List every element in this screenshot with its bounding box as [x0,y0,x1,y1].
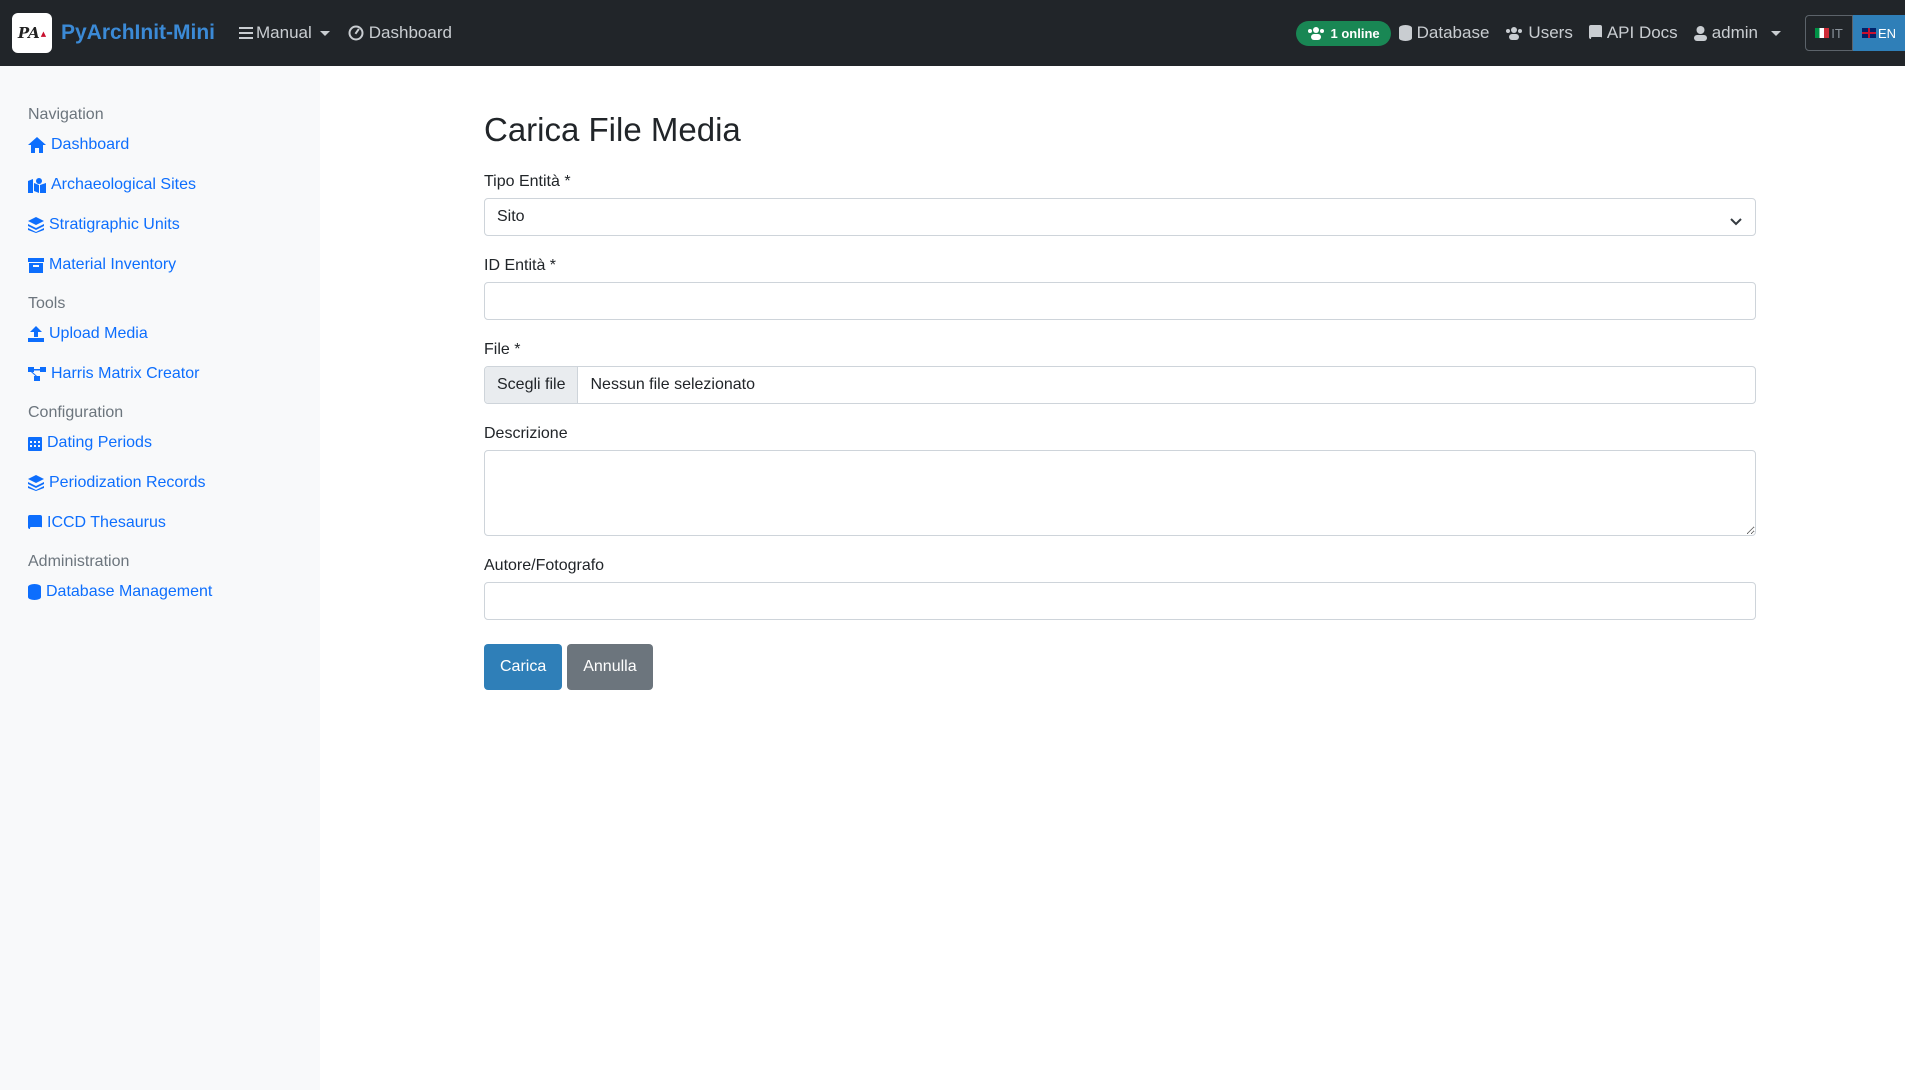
sidebar-item-label: Dashboard [51,136,130,153]
sidebar-item-dating-periods[interactable]: Dating Periods [28,433,320,453]
uk-flag-icon [1861,28,1876,38]
language-switcher: IT EN [1805,15,1905,51]
sidebar-item-label: Database Management [46,583,213,600]
sidebar-item-label: Periodization Records [49,474,206,491]
nav-database-label: Database [1416,23,1490,42]
sidebar-item-stratigraphic-units[interactable]: Stratigraphic Units [28,215,320,235]
sidebar-item-periodization-records[interactable]: Periodization Records [28,473,320,493]
sidebar-item-harris-matrix-creator[interactable]: Harris Matrix Creator [28,364,320,384]
nav-users-label: Users [1528,23,1573,42]
sidebar-heading: Administration [28,553,130,570]
file-status-text: Nessun file selezionato [590,376,756,393]
top-navbar: PA ▲ PyArchInit-Mini Manual Dashboard 1 o… [0,0,1905,66]
nav-manual-label: Manual [256,23,312,42]
sidebar-item-label: ICCD Thesaurus [47,514,166,531]
author-input[interactable] [484,582,1756,620]
sidebar: Navigation Dashboard Archaeological Site… [0,66,320,1090]
lang-en-button[interactable]: EN [1853,15,1905,51]
sidebar-item-iccd-thesaurus[interactable]: ICCD Thesaurus [28,513,320,533]
sidebar-section-administration: Administration Database Management [0,553,320,602]
main-content: Carica File Media Tipo Entità * Sito ID … [484,66,1756,690]
online-badge-label: 1 online [1330,25,1380,41]
nav-api-docs[interactable]: API Docs [1588,23,1678,43]
brand-name: PyArchInit-Mini [61,21,216,44]
sidebar-section-tools: Tools Upload Media Harris Matrix Creator [0,295,320,384]
brand-logo: PA ▲ [12,13,52,53]
brand-logo-text: PA [17,24,40,42]
entity-id-input[interactable] [484,282,1756,320]
lang-en-label: EN [1877,25,1897,41]
sidebar-heading: Configuration [28,404,124,421]
sidebar-item-dashboard[interactable]: Dashboard [28,135,320,155]
nav-database[interactable]: Database [1398,23,1490,43]
file-label: File * [484,341,521,358]
layer-group-icon [28,217,44,233]
sidebar-item-label: Dating Periods [47,434,152,451]
upload-icon [28,326,44,342]
page-title: Carica File Media [484,111,741,148]
sidebar-heading: Navigation [28,106,104,123]
description-textarea[interactable] [484,450,1756,536]
users-icon [1506,27,1523,40]
entity-type-label: Tipo Entità * [484,173,571,190]
sidebar-item-label: Stratigraphic Units [49,216,180,233]
menu-icon [239,27,254,39]
archive-box-icon [28,258,44,273]
entity-type-value: Sito [484,198,1756,236]
nav-users[interactable]: Users [1505,23,1573,43]
database-icon [28,584,41,600]
book-icon [1588,25,1602,41]
upload-submit-button[interactable]: Carica [484,644,563,690]
nav-api-docs-label: API Docs [1606,23,1678,42]
sidebar-item-label: Upload Media [49,325,148,342]
calendar-icon [28,437,42,451]
sitemap-icon [28,367,46,381]
sidebar-item-material-inventory[interactable]: Material Inventory [28,255,320,275]
lang-it-label: IT [1831,25,1843,41]
lang-it-button[interactable]: IT [1805,15,1853,51]
file-input[interactable]: Scegli file Nessun file selezionato [484,366,1756,404]
chevron-down-icon [1730,218,1742,226]
description-label: Descrizione [484,425,568,442]
home-icon [28,137,46,153]
sidebar-section-navigation: Navigation Dashboard Archaeological Site… [0,106,320,275]
layer-group-icon [28,475,44,491]
sidebar-heading: Tools [28,295,66,312]
sidebar-item-upload-media[interactable]: Upload Media [28,324,320,344]
entity-type-select[interactable]: Sito [484,198,1756,236]
nav-user-label: admin [1711,23,1758,42]
brand[interactable]: PA ▲ PyArchInit-Mini [12,13,215,53]
sidebar-section-configuration: Configuration Dating Periods Periodizati… [0,404,320,533]
sidebar-item-database-management[interactable]: Database Management [28,582,320,602]
author-label: Autore/Fotografo [484,557,605,574]
gauge-icon [348,25,364,41]
form-actions: Carica Annulla [484,644,1756,690]
choose-file-button[interactable]: Scegli file [485,367,579,403]
entity-id-label: ID Entità * [484,257,557,274]
user-icon [1693,25,1707,41]
nav-dashboard[interactable]: Dashboard [348,23,452,43]
italy-flag-icon [1815,28,1830,38]
map-location-icon [28,178,46,193]
sidebar-item-label: Harris Matrix Creator [51,365,200,382]
chevron-down-icon [319,30,330,36]
book-icon [28,515,42,531]
cancel-button[interactable]: Annulla [567,644,653,690]
nav-user-dropdown[interactable]: admin [1693,23,1781,43]
nav-manual-dropdown[interactable]: Manual [239,23,330,43]
chevron-down-icon [1771,30,1781,36]
sidebar-item-label: Material Inventory [49,256,177,273]
users-icon [1307,27,1324,40]
database-icon [1398,25,1412,41]
sidebar-item-archaeological-sites[interactable]: Archaeological Sites [28,175,320,195]
sidebar-item-label: Archaeological Sites [51,176,196,193]
nav-dashboard-label: Dashboard [368,23,452,42]
online-users-badge[interactable]: 1 online [1295,20,1391,46]
